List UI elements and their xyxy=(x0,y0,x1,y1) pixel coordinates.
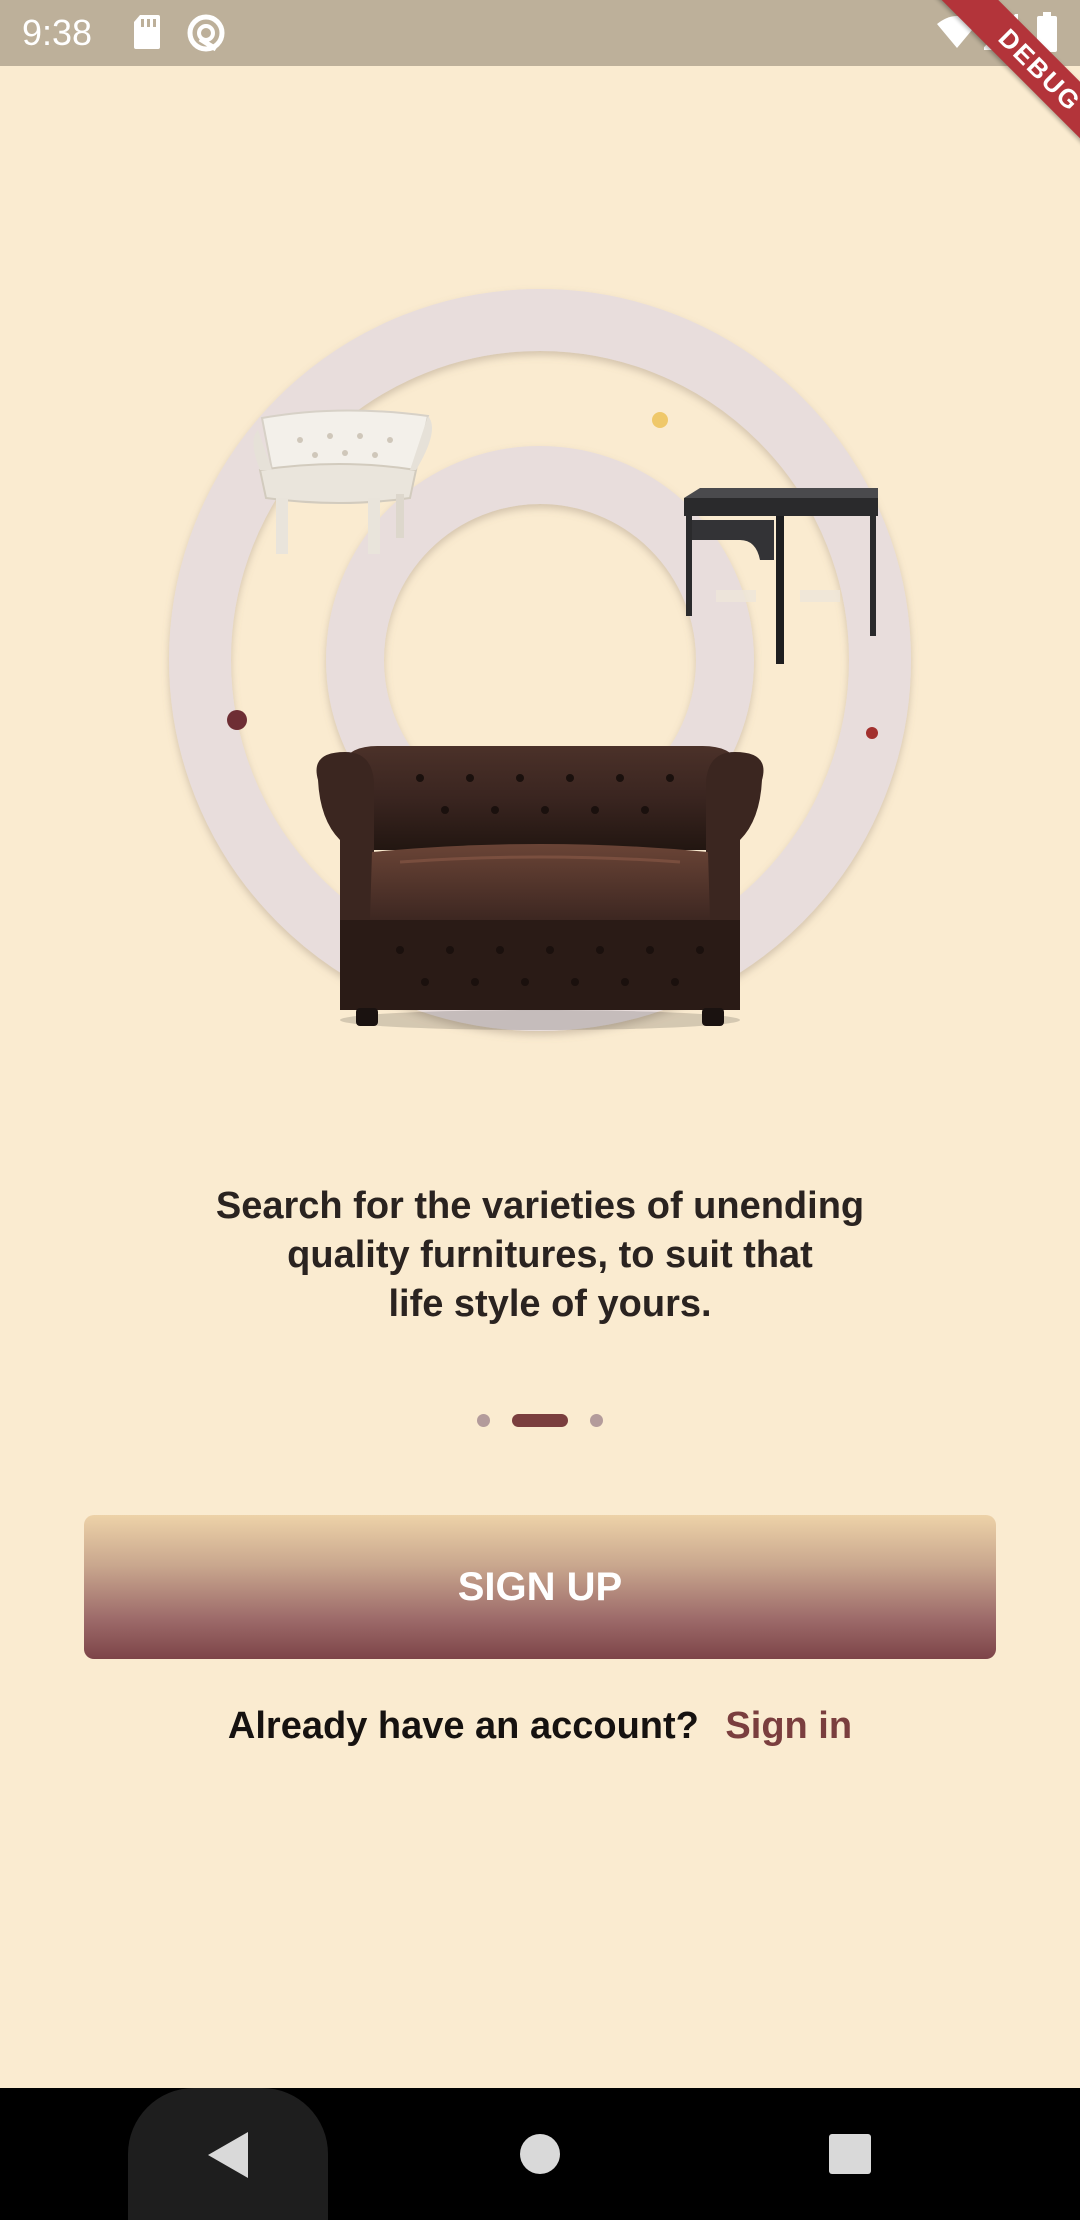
onboarding-tagline: Search for the varieties of unending qua… xyxy=(140,1182,940,1329)
tagline-line: life style of yours. xyxy=(388,1283,712,1325)
page-dot-3[interactable] xyxy=(590,1414,603,1427)
signup-button[interactable]: SIGN UP xyxy=(84,1515,996,1659)
page-indicator xyxy=(0,1410,1080,1430)
page-dot-2-active[interactable] xyxy=(512,1414,568,1427)
signin-question: Already have an account? xyxy=(227,1705,699,1747)
signin-row: Already have an account? Sign in xyxy=(0,1698,1080,1754)
system-nav-bar xyxy=(0,2088,1080,2220)
accent-dot xyxy=(227,710,247,730)
home-icon[interactable] xyxy=(519,2133,561,2175)
tagline-line: quality furnitures, to suit that xyxy=(287,1234,813,1276)
tagline-line: Search for the varieties of unending xyxy=(215,1185,865,1227)
debug-label: DEBUG xyxy=(933,0,1080,170)
status-time: 9:38 xyxy=(22,12,93,53)
debug-banner: DEBUG xyxy=(910,0,1080,170)
accent-dot xyxy=(652,412,668,428)
chesterfield-sofa-image xyxy=(316,745,764,1030)
signin-link[interactable]: Sign in xyxy=(725,1705,852,1747)
page-dot-1[interactable] xyxy=(477,1414,490,1427)
recents-icon[interactable] xyxy=(828,2133,872,2175)
accent-dot xyxy=(866,727,878,739)
sd-card-icon xyxy=(134,15,160,49)
back-icon[interactable] xyxy=(204,2130,250,2180)
onboarding-illustration xyxy=(169,289,911,1031)
sync-icon xyxy=(187,14,225,52)
